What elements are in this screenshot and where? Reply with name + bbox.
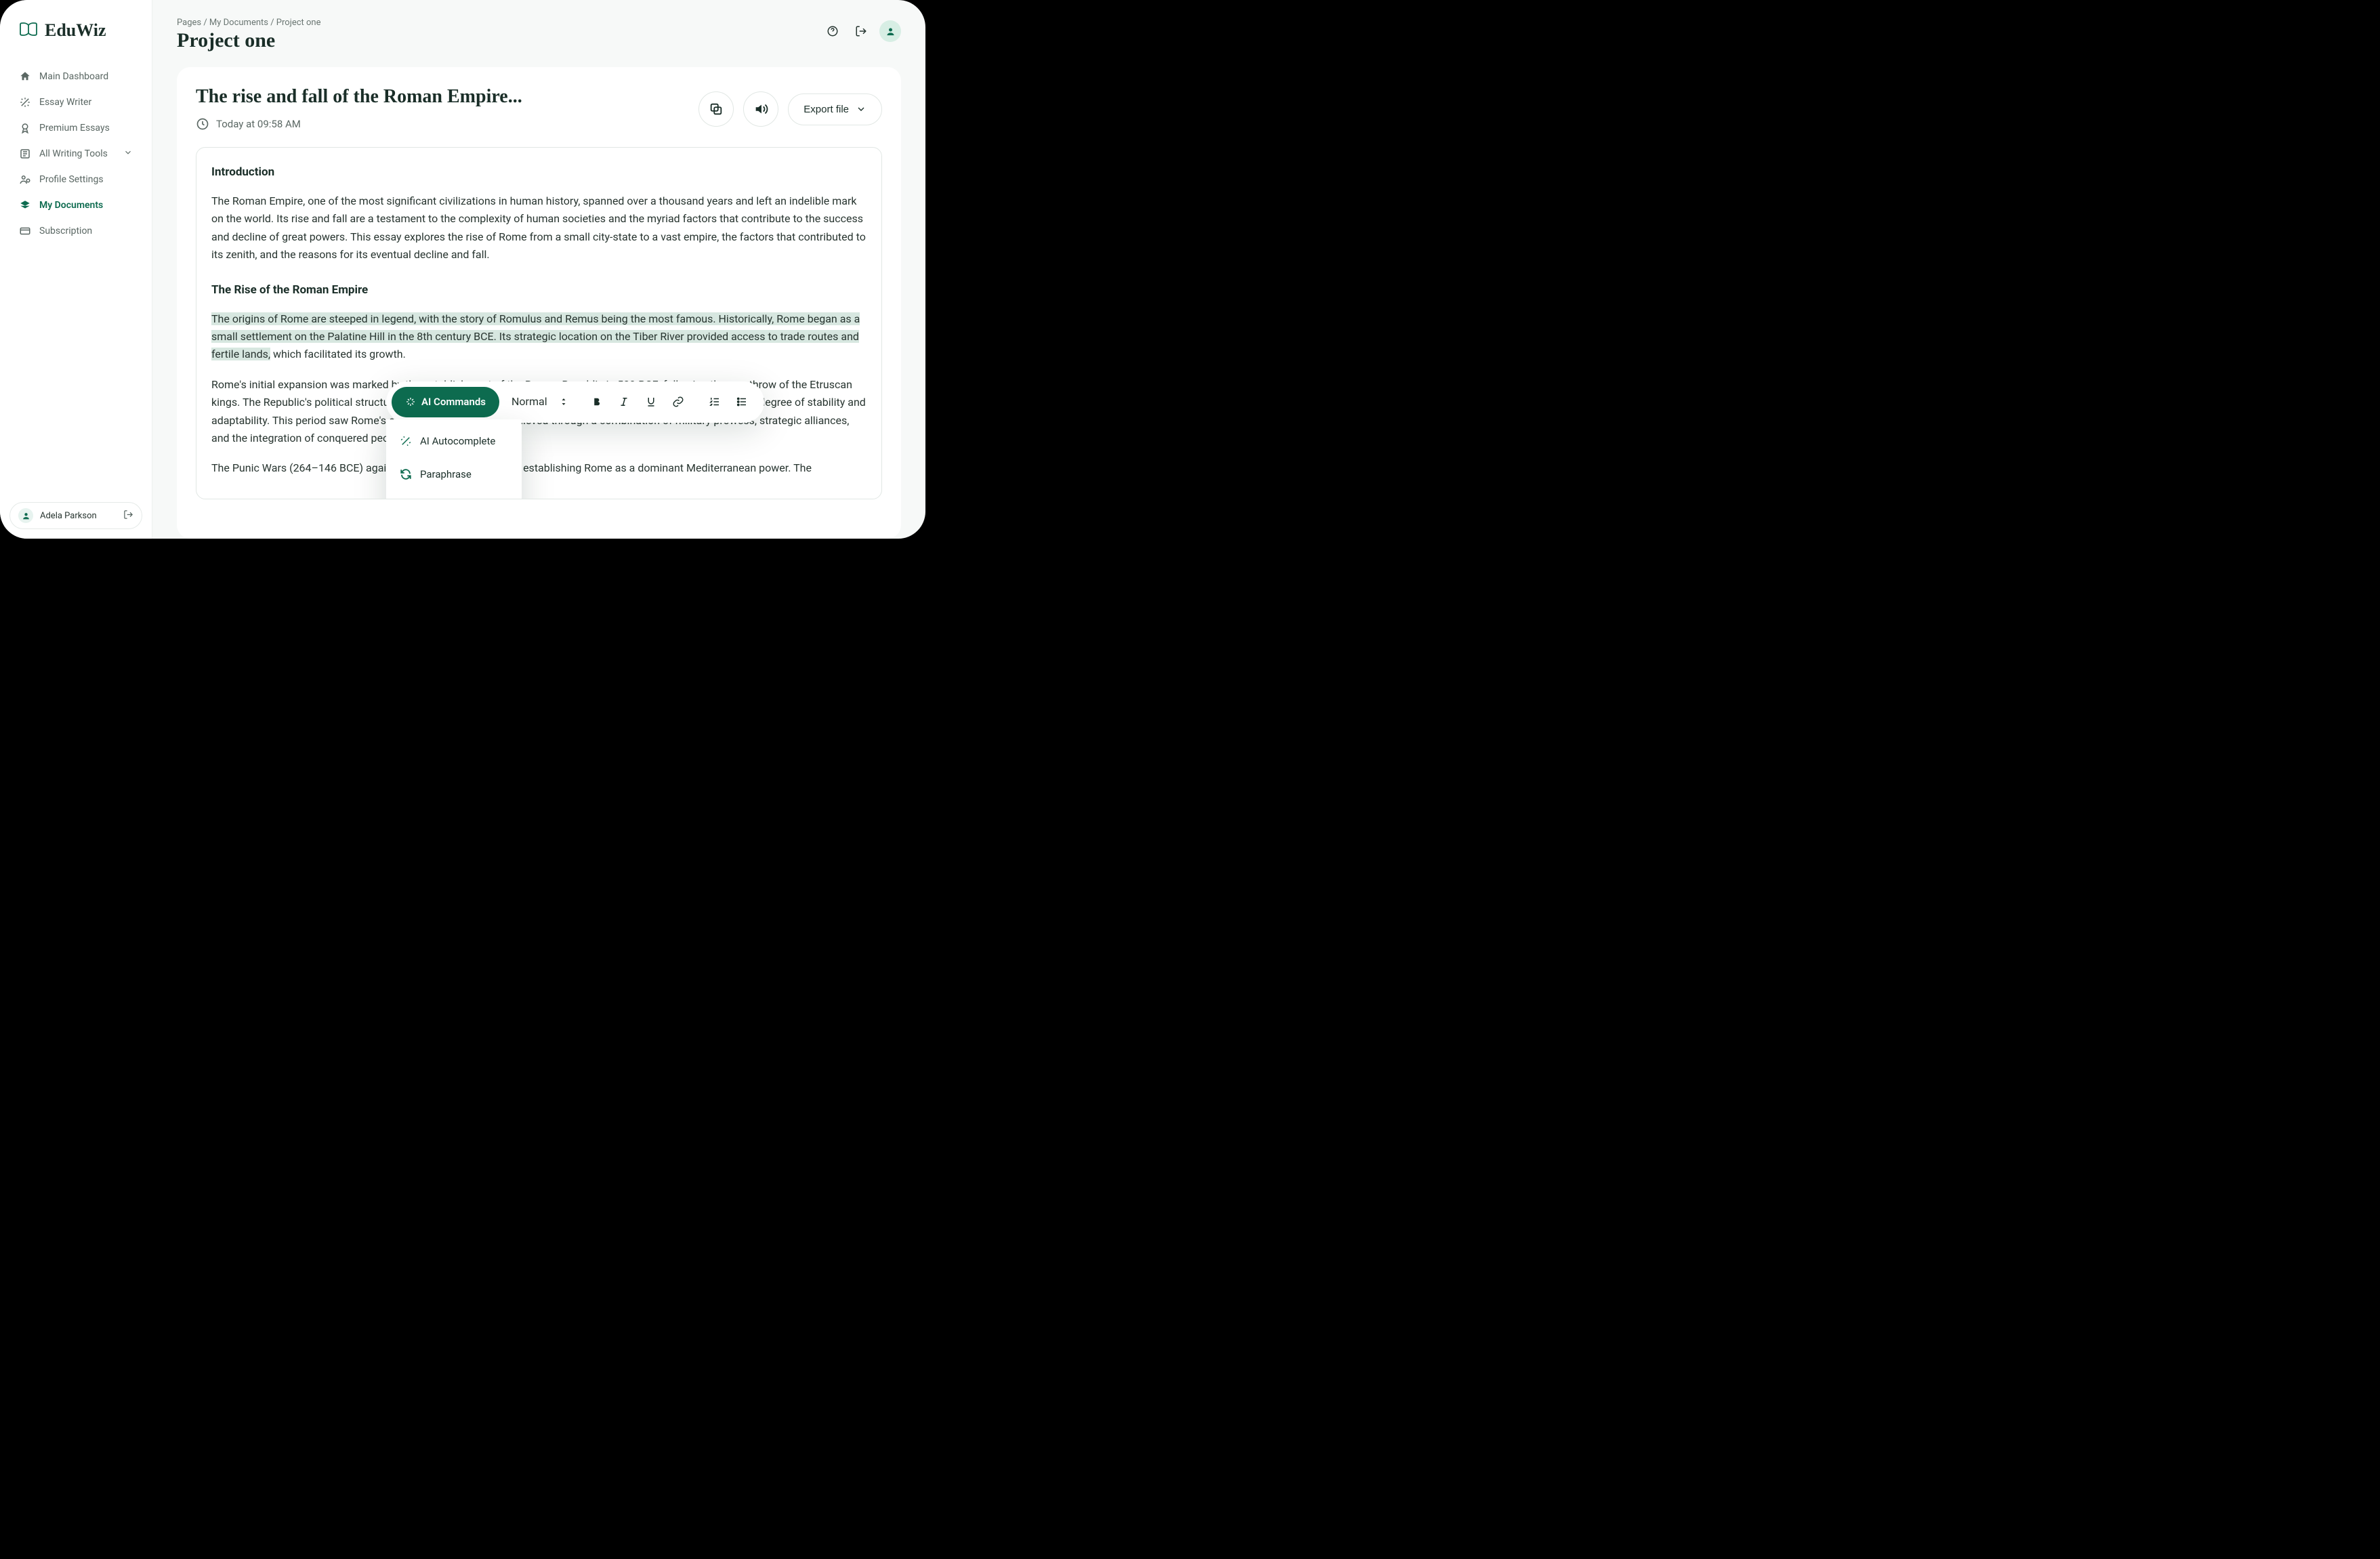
sparkle-icon (405, 396, 416, 407)
italic-icon (618, 396, 630, 408)
chevron-down-icon (856, 104, 867, 115)
ai-commands-button[interactable]: AI Commands (392, 387, 499, 417)
card-icon (19, 225, 31, 237)
unordered-list-button[interactable] (730, 390, 753, 413)
refresh-icon (400, 468, 412, 480)
sidebar-item-dashboard[interactable]: Main Dashboard (9, 64, 142, 89)
list-ol-icon (709, 396, 721, 408)
ai-menu-label: Paraphrase (420, 466, 472, 483)
sidebar-item-label: Subscription (39, 226, 92, 236)
ordered-list-button[interactable] (703, 390, 726, 413)
avatar-icon (18, 508, 33, 523)
award-icon (19, 122, 31, 134)
sidebar-item-premium-essays[interactable]: Premium Essays (9, 115, 142, 141)
editor-body[interactable]: Introduction The Roman Empire, one of th… (196, 147, 882, 499)
sidebar-item-label: Profile Settings (39, 174, 104, 185)
sort-icon (560, 396, 568, 407)
copy-button[interactable] (698, 91, 734, 127)
home-icon (19, 70, 31, 83)
document-timestamp: Today at 09:58 AM (216, 118, 301, 130)
page-title: Project one (177, 29, 809, 52)
bold-button[interactable] (585, 390, 608, 413)
topbar: Pages / My Documents / Project one Proje… (177, 18, 901, 52)
text-style-label: Normal (512, 393, 547, 411)
export-label: Export file (803, 104, 849, 115)
book-sparkle-icon (19, 22, 38, 39)
user-chip[interactable]: Adela Parkson (9, 502, 142, 529)
user-name: Adela Parkson (40, 511, 97, 521)
avatar-button[interactable] (879, 20, 901, 42)
paragraph: The Punic Wars (264–146 BCE) against Car… (211, 459, 867, 477)
wand-icon (400, 435, 412, 447)
sidebar-item-my-documents[interactable]: My Documents (9, 192, 142, 218)
wand-icon (19, 96, 31, 108)
section-heading-intro: Introduction (211, 163, 867, 182)
sidebar-item-subscription[interactable]: Subscription (9, 218, 142, 244)
sidebar: EduWiz Main Dashboard Essay Writer Premi… (0, 0, 152, 539)
help-button[interactable] (822, 21, 843, 41)
bold-icon (591, 396, 603, 408)
export-button[interactable]: Export file (788, 93, 882, 125)
logout-icon[interactable] (123, 510, 133, 522)
tools-icon (19, 148, 31, 160)
italic-button[interactable] (612, 390, 635, 413)
audio-button[interactable] (743, 91, 778, 127)
ai-menu-paraphrase[interactable]: Paraphrase (386, 458, 522, 491)
user-gear-icon (19, 173, 31, 186)
sidebar-item-essay-writer[interactable]: Essay Writer (9, 89, 142, 115)
brand-logo: EduWiz (0, 0, 152, 57)
list-ul-icon (736, 396, 748, 408)
document-card: The rise and fall of the Roman Empire...… (177, 67, 901, 539)
document-meta: Today at 09:58 AM (196, 117, 522, 131)
exit-icon (855, 25, 867, 37)
sidebar-item-label: All Writing Tools (39, 148, 108, 159)
logout-top-button[interactable] (851, 21, 871, 41)
copy-icon (709, 102, 724, 117)
link-icon (672, 396, 684, 408)
clock-icon (196, 117, 209, 131)
breadcrumb[interactable]: Pages / My Documents / Project one (177, 18, 809, 28)
sidebar-item-label: My Documents (39, 200, 103, 211)
sidebar-item-label: Essay Writer (39, 97, 91, 108)
floating-toolbar: AI Commands Normal (386, 381, 764, 423)
sidebar-item-profile-settings[interactable]: Profile Settings (9, 167, 142, 192)
layers-icon (19, 199, 31, 211)
brand-name: EduWiz (45, 20, 106, 41)
ai-menu-label: Make longer (420, 499, 476, 500)
ai-commands-menu: AI Autocomplete Paraphrase Make longer S… (386, 419, 522, 499)
ai-commands-label: AI Commands (421, 394, 486, 411)
main-content: Pages / My Documents / Project one Proje… (152, 0, 925, 539)
paragraph: The origins of Rome are steeped in legen… (211, 310, 867, 364)
chevron-down-icon (123, 148, 133, 160)
ai-menu-autocomplete[interactable]: AI Autocomplete (386, 425, 522, 458)
sidebar-item-label: Premium Essays (39, 123, 110, 133)
text-style-select[interactable]: Normal (502, 388, 577, 416)
paragraph: The Roman Empire, one of the most signif… (211, 192, 867, 264)
sidebar-nav: Main Dashboard Essay Writer Premium Essa… (0, 57, 152, 493)
link-button[interactable] (667, 390, 690, 413)
sidebar-item-writing-tools[interactable]: All Writing Tools (9, 141, 142, 167)
sidebar-item-label: Main Dashboard (39, 71, 108, 82)
ai-menu-make-longer[interactable]: Make longer (386, 491, 522, 500)
section-heading-rise: The Rise of the Roman Empire (211, 280, 867, 299)
underline-icon (645, 396, 657, 408)
volume-icon (753, 102, 768, 117)
underline-button[interactable] (640, 390, 663, 413)
ai-menu-label: AI Autocomplete (420, 433, 495, 450)
document-title: The rise and fall of the Roman Empire... (196, 86, 522, 108)
help-circle-icon (827, 25, 839, 37)
avatar-icon (885, 26, 896, 37)
